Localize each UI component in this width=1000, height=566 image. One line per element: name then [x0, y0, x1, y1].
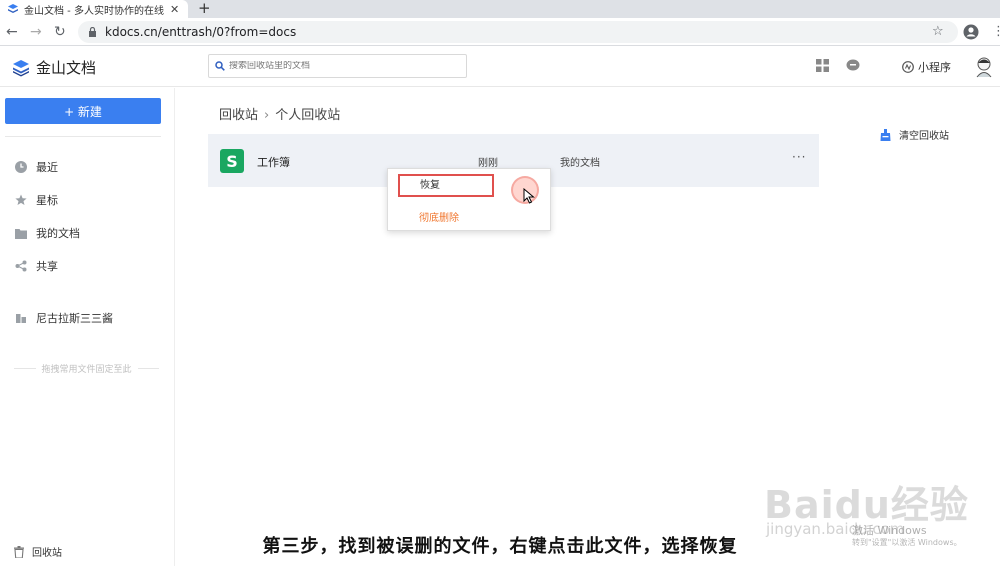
- breadcrumb-recycle-bin[interactable]: 回收站: [219, 108, 258, 123]
- file-name: 工作簿: [257, 156, 290, 169]
- browser-tab[interactable]: 金山文档 - 多人实时协作的在线 ✕: [0, 0, 188, 18]
- clock-icon: [14, 160, 28, 174]
- mouse-cursor-icon: [523, 188, 535, 204]
- search-input[interactable]: [229, 61, 449, 71]
- app-logo[interactable]: 金山文档: [12, 57, 96, 78]
- file-deleted-time: 刚刚: [478, 158, 498, 169]
- more-options-icon[interactable]: ···: [792, 150, 806, 164]
- bookmark-star-icon[interactable]: ☆: [932, 23, 944, 41]
- breadcrumb: 回收站 › 个人回收站: [219, 104, 340, 123]
- account-icon[interactable]: [963, 24, 979, 40]
- sidebar-item-label: 星标: [36, 194, 58, 207]
- pin-hint: 拖拽常用文件固定至此: [14, 362, 160, 375]
- sidebar-item-label: 最近: [36, 161, 58, 174]
- empty-recycle-bin-label: 清空回收站: [899, 131, 949, 142]
- app-name: 金山文档: [36, 59, 97, 77]
- share-icon: [14, 259, 28, 273]
- apps-grid-icon[interactable]: [816, 59, 829, 72]
- sidebar-item-starred[interactable]: 星标: [14, 192, 58, 208]
- folder-icon: [14, 226, 28, 240]
- reload-icon[interactable]: ↻: [54, 23, 66, 41]
- star-icon: [14, 193, 28, 207]
- sidebar-item-label: 共享: [36, 260, 58, 273]
- breadcrumb-personal-bin: 个人回收站: [275, 108, 341, 123]
- tab-title: 金山文档 - 多人实时协作的在线: [24, 5, 164, 17]
- browser-tab-bar: 金山文档 - 多人实时协作的在线 ✕ +: [0, 0, 1000, 18]
- file-location: 我的文档: [560, 158, 600, 169]
- empty-recycle-bin-button[interactable]: 清空回收站: [880, 127, 949, 142]
- sidebar: + 新建 最近 星标 我的文档 共享 尼古拉斯三三酱 拖拽常用文件固定至此: [0, 88, 175, 566]
- kdocs-logo-icon: [13, 59, 29, 76]
- address-bar-row: ← → ↻ kdocs.cn/enttrash/0?from=docs ☆ ⋮: [0, 18, 1000, 46]
- tab-close-icon[interactable]: ✕: [170, 3, 179, 16]
- search-icon: [215, 61, 225, 71]
- restore-menu-item[interactable]: 恢复: [398, 174, 494, 197]
- kdocs-favicon-icon: [8, 4, 18, 13]
- lock-icon: [89, 27, 96, 37]
- browser-menu-icon[interactable]: ⋮: [992, 23, 1000, 41]
- mini-program-button[interactable]: 小程序: [902, 59, 951, 75]
- url-text: kdocs.cn/enttrash/0?from=docs: [105, 25, 297, 39]
- avatar[interactable]: [974, 56, 994, 78]
- app-header: 金山文档 小程序: [0, 47, 1000, 87]
- sidebar-divider: [5, 136, 161, 137]
- mini-program-label: 小程序: [918, 61, 951, 74]
- sidebar-item-my-docs[interactable]: 我的文档: [14, 225, 80, 241]
- search-box[interactable]: [208, 54, 467, 78]
- forward-icon[interactable]: →: [30, 23, 42, 41]
- team-icon: [14, 311, 28, 325]
- sidebar-item-shared[interactable]: 共享: [14, 258, 58, 274]
- back-icon[interactable]: ←: [6, 23, 18, 41]
- tutorial-caption: 第三步，找到被误删的文件，右键点击此文件，选择恢复: [262, 536, 738, 557]
- sidebar-item-label: 尼古拉斯三三酱: [36, 312, 113, 325]
- breadcrumb-separator-icon: ›: [264, 108, 270, 123]
- new-tab-button[interactable]: +: [198, 0, 211, 16]
- mini-program-icon: [902, 61, 914, 73]
- delete-forever-menu-item[interactable]: 彻底删除: [419, 209, 459, 224]
- message-icon[interactable]: [846, 59, 860, 72]
- sidebar-item-recent[interactable]: 最近: [14, 159, 58, 175]
- broom-icon: [880, 128, 891, 141]
- pin-hint-text: 拖拽常用文件固定至此: [41, 365, 132, 375]
- url-field[interactable]: kdocs.cn/enttrash/0?from=docs: [78, 21, 958, 43]
- spreadsheet-icon: S: [220, 149, 244, 173]
- sidebar-item-label: 我的文档: [36, 227, 80, 240]
- new-button[interactable]: + 新建: [5, 98, 161, 124]
- sidebar-item-team[interactable]: 尼古拉斯三三酱: [14, 310, 113, 326]
